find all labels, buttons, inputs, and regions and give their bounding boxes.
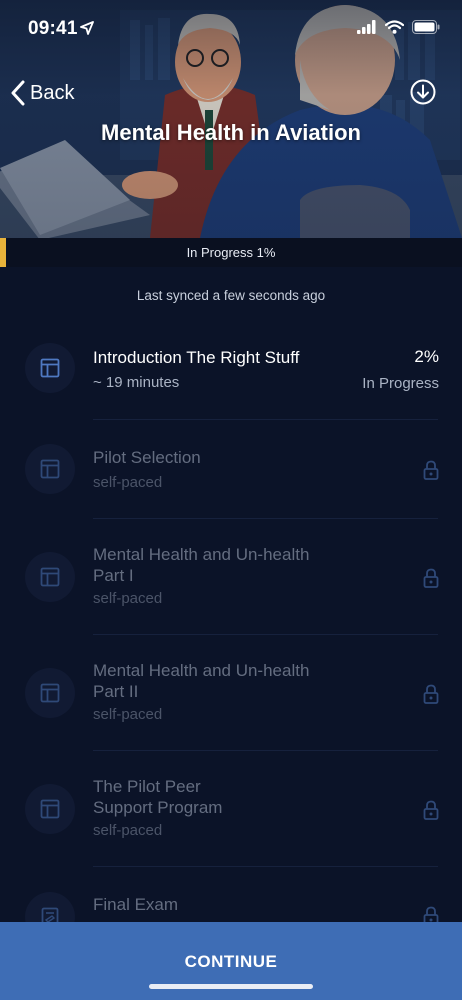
- module-row-mental-health-part-1[interactable]: Mental Health and Un-health Part I self-…: [0, 520, 462, 635]
- module-icon-circle: [25, 444, 75, 494]
- module-state: In Progress: [362, 375, 439, 392]
- module-title-line-1: Mental Health and Un-health: [93, 661, 310, 680]
- back-label: Back: [30, 81, 75, 104]
- module-title: Mental Health and Un-health Part II: [93, 660, 309, 702]
- module-row-final-exam[interactable]: Final Exam: [0, 868, 462, 942]
- module-progress: 2% In Progress: [362, 347, 439, 392]
- module-icon-circle: [25, 668, 75, 718]
- status-time: 09:41: [28, 18, 78, 39]
- module-icon-circle: [25, 343, 75, 393]
- module-title-line-1: Mental Health and Un-health: [93, 545, 310, 564]
- module-row-intro[interactable]: Introduction The Right Stuff ~ 19 minute…: [0, 333, 462, 421]
- module-icon: [40, 799, 60, 819]
- module-title-line-2: Support Program: [93, 798, 223, 817]
- continue-label: CONTINUE: [184, 952, 278, 971]
- home-indicator[interactable]: [149, 984, 313, 989]
- module-icon-circle: [25, 784, 75, 834]
- location-arrow-icon: [80, 21, 94, 35]
- lock-icon: [423, 460, 439, 480]
- module-title-line-1: The Pilot Peer: [93, 777, 201, 796]
- download-icon[interactable]: [410, 79, 436, 105]
- progress-label: In Progress 1%: [186, 245, 276, 260]
- module-icon: [40, 459, 60, 479]
- module-percent: 2%: [414, 347, 439, 366]
- status-bar: 09:41: [0, 0, 462, 58]
- back-button[interactable]: Back: [10, 78, 74, 108]
- course-title: Mental Health in Aviation: [101, 120, 361, 145]
- module-title: Mental Health and Un-health Part I: [93, 544, 309, 586]
- lock-icon: [423, 568, 439, 588]
- wifi-icon: [385, 20, 404, 34]
- module-row-peer-support[interactable]: The Pilot Peer Support Program self-pace…: [0, 752, 462, 867]
- module-title: The Pilot Peer Support Program: [93, 776, 222, 818]
- course-progress-bar: In Progress 1%: [0, 238, 462, 267]
- divider: [93, 518, 438, 519]
- module-title-line-2: Part II: [93, 682, 139, 701]
- chevron-left-icon: [11, 80, 25, 106]
- divider: [93, 750, 438, 751]
- module-subtitle: self-paced: [93, 822, 163, 839]
- sync-status: Last synced a few seconds ago: [136, 288, 326, 303]
- module-row-mental-health-part-2[interactable]: Mental Health and Un-health Part II self…: [0, 636, 462, 751]
- module-icon: [40, 567, 60, 587]
- module-duration: ~ 19 minutes: [93, 374, 180, 391]
- module-row-pilot-selection[interactable]: Pilot Selection self-paced: [0, 420, 462, 520]
- module-subtitle: self-paced: [93, 474, 163, 491]
- module-title: Introduction The Right Stuff: [93, 348, 300, 367]
- module-subtitle: self-paced: [93, 590, 163, 607]
- module-title: Final Exam: [93, 895, 179, 914]
- battery-icon: [412, 20, 440, 34]
- divider: [93, 634, 438, 635]
- module-title: Pilot Selection: [93, 448, 201, 467]
- module-subtitle: self-paced: [93, 706, 163, 723]
- module-icon: [40, 683, 60, 703]
- lock-icon: [423, 684, 439, 704]
- signal-icon: [357, 20, 376, 34]
- module-icon-circle: [25, 552, 75, 602]
- lock-icon: [423, 800, 439, 820]
- divider: [93, 866, 438, 867]
- module-title-line-2: Part I: [93, 566, 134, 585]
- module-icon: [40, 358, 60, 378]
